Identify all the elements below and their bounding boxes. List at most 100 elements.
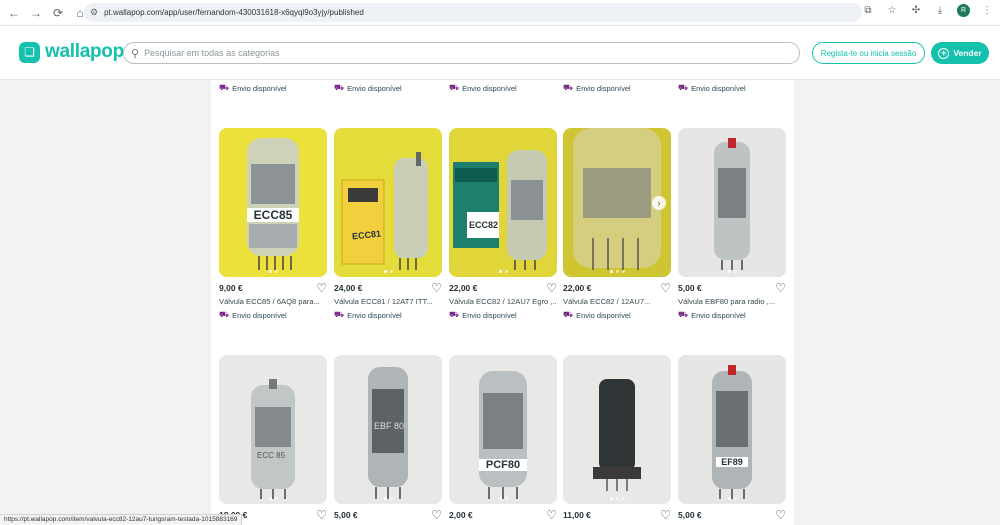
site-info-icon[interactable]: ⚙ xyxy=(90,7,98,18)
tube-print-label: EF89 xyxy=(716,457,748,467)
sell-label: Vender xyxy=(953,48,982,58)
favorite-heart-icon[interactable]: ♡ xyxy=(546,282,557,294)
favorite-heart-icon[interactable]: ♡ xyxy=(660,282,671,294)
extensions-icon[interactable]: ✣ xyxy=(909,5,923,16)
product-price: 9,00 € xyxy=(219,283,243,293)
truck-icon: ⛟ xyxy=(563,310,574,319)
product-card[interactable]: EF89 5,00 € ♡ xyxy=(678,355,786,521)
carousel-dots xyxy=(449,497,557,500)
shipping-badge: ⛟ Envio disponível xyxy=(219,83,287,93)
product-card[interactable]: ECC81 24,00 € ♡ Válvula ECC81 / 12AT7 IT… xyxy=(334,128,442,320)
favorite-heart-icon[interactable]: ♡ xyxy=(431,509,442,521)
search-icon: ⚲ xyxy=(131,47,140,60)
install-app-icon[interactable]: ⧉ xyxy=(861,5,875,16)
favorite-heart-icon[interactable]: ♡ xyxy=(775,509,786,521)
product-photo[interactable]: PCF80 xyxy=(449,355,557,504)
next-photo-arrow-icon[interactable]: › xyxy=(652,196,666,210)
tube-print-label: ECC 85 xyxy=(257,451,286,460)
truck-icon: ⛟ xyxy=(678,83,689,92)
search-bar[interactable]: ⚲ xyxy=(123,42,800,64)
status-bar-url: https://pt.wallapop.com/item/valvula-ecc… xyxy=(0,514,243,525)
favorite-heart-icon[interactable]: ♡ xyxy=(546,509,557,521)
product-title[interactable]: Válvula ECC81 / 12AT7 ITT... xyxy=(334,297,442,306)
truck-icon: ⛟ xyxy=(678,310,689,319)
shipping-badge: ⛟ Envio disponível xyxy=(563,310,631,320)
favorite-heart-icon[interactable]: ♡ xyxy=(660,509,671,521)
product-title[interactable]: Válvula ECC82 / 12AU7 Egro ,... xyxy=(449,297,557,306)
plus-icon: + xyxy=(938,47,950,59)
shipping-badge: ⛟ Envio disponível xyxy=(678,310,746,320)
product-price: 24,00 € xyxy=(334,283,363,293)
shipping-badge: ⛟ Envio disponível xyxy=(449,83,517,93)
carousel-dots xyxy=(334,497,442,500)
favorite-heart-icon[interactable]: ♡ xyxy=(316,282,327,294)
bookmark-star-icon[interactable]: ☆ xyxy=(885,5,899,16)
carousel-dots xyxy=(334,270,442,273)
tube-print-label: PCF80 xyxy=(479,459,527,471)
shipping-badge: ⛟ Envio disponível xyxy=(334,310,402,320)
truck-icon: ⛟ xyxy=(219,310,230,319)
product-card[interactable]: ECC85 9,00 € ♡ Válvula ECC85 / 6AQ8 para… xyxy=(219,128,327,320)
truck-icon: ⛟ xyxy=(219,83,230,92)
shipping-badge: ⛟ Envio disponível xyxy=(449,310,517,320)
reload-icon[interactable]: ⟳ xyxy=(48,3,68,23)
tube-print-label: ECC82 xyxy=(469,220,499,230)
product-photo[interactable]: EBF 80 xyxy=(334,355,442,504)
address-url: pt.wallapop.com/app/user/fernandom-43003… xyxy=(104,8,364,17)
site-header: ❏ wallapop ⚲ Regista-te ou inicia sessão… xyxy=(0,26,1000,80)
product-price: 5,00 € xyxy=(678,283,702,293)
product-card[interactable]: PCF80 2,00 € ♡ xyxy=(449,355,557,521)
product-title[interactable]: Válvula ECC82 / 12AU7... xyxy=(563,297,671,306)
truck-icon: ⛟ xyxy=(563,83,574,92)
wallapop-logo[interactable]: ❏ wallapop xyxy=(19,41,124,63)
favorite-heart-icon[interactable]: ♡ xyxy=(431,282,442,294)
product-photo[interactable]: ECC85 xyxy=(219,128,327,277)
browser-menu-icon[interactable]: ⋮ xyxy=(980,5,994,16)
logo-mark-icon: ❏ xyxy=(19,41,40,63)
product-title[interactable]: Válvula ECC85 / 6AQ8 para... xyxy=(219,297,327,306)
truck-icon: ⛟ xyxy=(334,310,345,319)
product-grid: ⛟ Envio disponível ⛟ Envio disponível ⛟ Env… xyxy=(211,80,794,525)
product-photo[interactable]: › xyxy=(563,128,671,277)
product-card[interactable]: › 22,00 € ♡ Válvula ECC82 / 12AU7... ⛟ En… xyxy=(563,128,671,320)
product-card[interactable]: 11,00 € ♡ xyxy=(563,355,671,521)
truck-icon: ⛟ xyxy=(334,83,345,92)
carousel-dots xyxy=(449,270,557,273)
favorite-heart-icon[interactable]: ♡ xyxy=(316,509,327,521)
product-photo[interactable]: ECC82 xyxy=(449,128,557,277)
product-card[interactable]: ECC 85 18,00 € ♡ xyxy=(219,355,327,521)
product-price: 2,00 € xyxy=(449,510,473,520)
sell-button[interactable]: + Vender xyxy=(931,42,989,64)
product-card[interactable]: ECC82 22,00 € ♡ Válvula ECC82 / 12AU7 Eg… xyxy=(449,128,557,320)
carousel-dots xyxy=(563,497,671,500)
back-arrow-icon[interactable]: ← xyxy=(4,3,24,23)
browser-toolbar: ← → ⟳ ⌂ ⚙ pt.wallapop.com/app/user/ferna… xyxy=(0,0,1000,26)
product-price: 22,00 € xyxy=(563,283,592,293)
product-photo[interactable]: ECC81 xyxy=(334,128,442,277)
truck-icon: ⛟ xyxy=(449,310,460,319)
product-price: 22,00 € xyxy=(449,283,478,293)
favorite-heart-icon[interactable]: ♡ xyxy=(775,282,786,294)
product-title[interactable]: Válvula EBF80 para radio ,... xyxy=(678,297,786,306)
product-photo[interactable] xyxy=(678,128,786,277)
download-icon[interactable]: ⤓ xyxy=(933,5,947,16)
forward-arrow-icon[interactable]: → xyxy=(26,3,46,23)
profile-avatar[interactable]: R xyxy=(957,4,970,17)
product-card[interactable]: 5,00 € ♡ Válvula EBF80 para radio ,... ⛟… xyxy=(678,128,786,320)
search-input[interactable] xyxy=(144,48,745,58)
product-photo[interactable]: EF89 xyxy=(678,355,786,504)
login-button[interactable]: Regista-te ou inicia sessão xyxy=(812,42,925,64)
product-card[interactable]: EBF 80 5,00 € ♡ xyxy=(334,355,442,521)
address-bar[interactable]: ⚙ pt.wallapop.com/app/user/fernandom-430… xyxy=(84,3,862,22)
carousel-dots xyxy=(563,270,671,273)
product-price: 5,00 € xyxy=(334,510,358,520)
product-price: 11,00 € xyxy=(563,510,591,520)
product-price: 5,00 € xyxy=(678,510,702,520)
carousel-dots xyxy=(678,497,786,500)
product-photo[interactable] xyxy=(563,355,671,504)
tube-print-label: EBF 80 xyxy=(374,421,405,431)
logo-text: wallapop xyxy=(45,41,124,62)
truck-icon: ⛟ xyxy=(449,83,460,92)
shipping-badge: ⛟ Envio disponível xyxy=(678,83,746,93)
product-photo[interactable]: ECC 85 xyxy=(219,355,327,504)
